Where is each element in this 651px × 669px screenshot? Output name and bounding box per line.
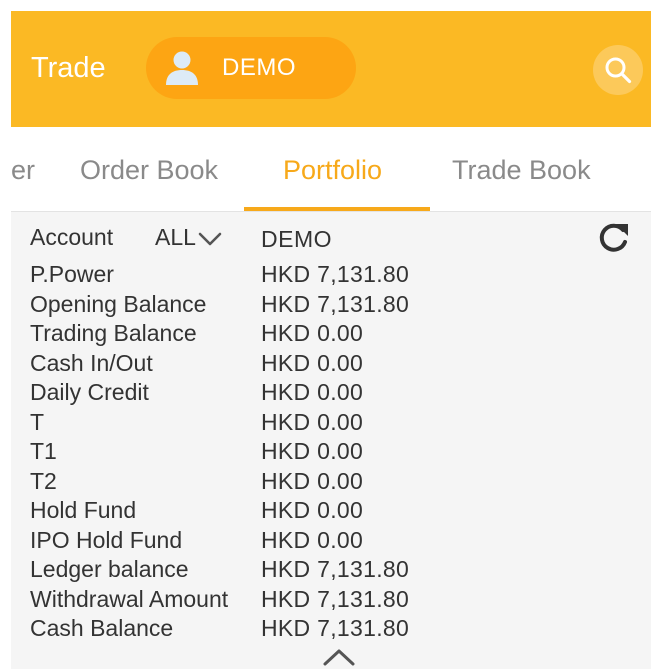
account-name: DEMO [261,226,332,252]
refresh-icon[interactable] [595,220,631,256]
balance-value: HKD 0.00 [261,497,364,523]
balance-row: T HKD 0.00 [30,407,630,437]
chevron-down-icon [198,232,222,246]
balance-value: HKD 0.00 [261,526,364,553]
account-selector[interactable]: ALL [155,224,222,251]
balance-row: P.Power HKD 7,131.80 [30,259,630,289]
balance-value: HKD 0.00 [261,379,364,405]
balance-row: Hold Fund HKD 0.00 [30,495,630,525]
person-avatar-icon [166,51,198,85]
app-frame: Trade DEMO ler Order Book Portfolio Trad… [11,11,651,669]
balance-value: HKD 0.00 [261,467,364,494]
balance-row: T1 HKD 0.00 [30,436,630,466]
tab-portfolio[interactable]: Portfolio [283,153,382,187]
balance-row: Cash In/Out HKD 0.00 [30,348,630,378]
balance-value: HKD 7,131.80 [261,290,410,317]
balance-value: HKD 7,131.80 [261,585,410,612]
balance-label: Ledger balance [30,556,189,582]
account-badge-label: DEMO [222,54,296,81]
balance-value: HKD 0.00 [261,408,364,435]
chevron-up-icon[interactable] [321,646,357,668]
tab-trade-book[interactable]: Trade Book [452,153,591,187]
balance-label: Trading Balance [30,320,197,346]
balance-label: IPO Hold Fund [30,526,183,553]
balance-row: T2 HKD 0.00 [30,466,630,496]
balance-label: T [30,408,45,435]
page-title: Trade [31,52,106,84]
account-selector-value: ALL [155,224,196,250]
balance-value: HKD 7,131.80 [261,615,410,641]
balance-row: Daily Credit HKD 0.00 [30,377,630,407]
balance-value: HKD 7,131.80 [261,556,410,582]
search-button[interactable] [593,45,643,95]
portfolio-panel: Account ALL DEMO P.Power HKD 7,131.80 Op… [11,212,651,669]
balance-label: T1 [30,438,57,464]
balance-value: HKD 0.00 [261,349,364,376]
account-switcher-button[interactable]: DEMO [146,37,356,99]
balance-value: HKD 7,131.80 [261,261,410,287]
tab-order[interactable]: ler [11,153,35,187]
tab-bar: ler Order Book Portfolio Trade Book [11,127,651,212]
balance-row: Withdrawal Amount HKD 7,131.80 [30,584,630,614]
account-label: Account [30,224,114,250]
balance-value: HKD 0.00 [261,438,364,464]
balance-row: Cash Balance HKD 7,131.80 [30,613,630,643]
active-tab-indicator [244,207,430,211]
balance-row: Trading Balance HKD 0.00 [30,318,630,348]
balance-label: Cash Balance [30,615,174,641]
balance-label: Daily Credit [30,379,149,405]
balance-row: IPO Hold Fund HKD 0.00 [30,525,630,555]
balance-label: Withdrawal Amount [30,585,229,612]
app-header: Trade DEMO [11,11,651,127]
balance-value: HKD 0.00 [261,320,364,346]
balance-row: Ledger balance HKD 7,131.80 [30,554,630,584]
search-icon [605,57,632,84]
balance-label: T2 [30,467,57,494]
balance-label: Opening Balance [30,290,207,317]
balance-label: Cash In/Out [30,349,153,376]
balance-label: P.Power [30,261,114,287]
tab-order-book[interactable]: Order Book [80,153,218,187]
balance-row: Opening Balance HKD 7,131.80 [30,289,630,319]
balance-label: Hold Fund [30,497,137,523]
